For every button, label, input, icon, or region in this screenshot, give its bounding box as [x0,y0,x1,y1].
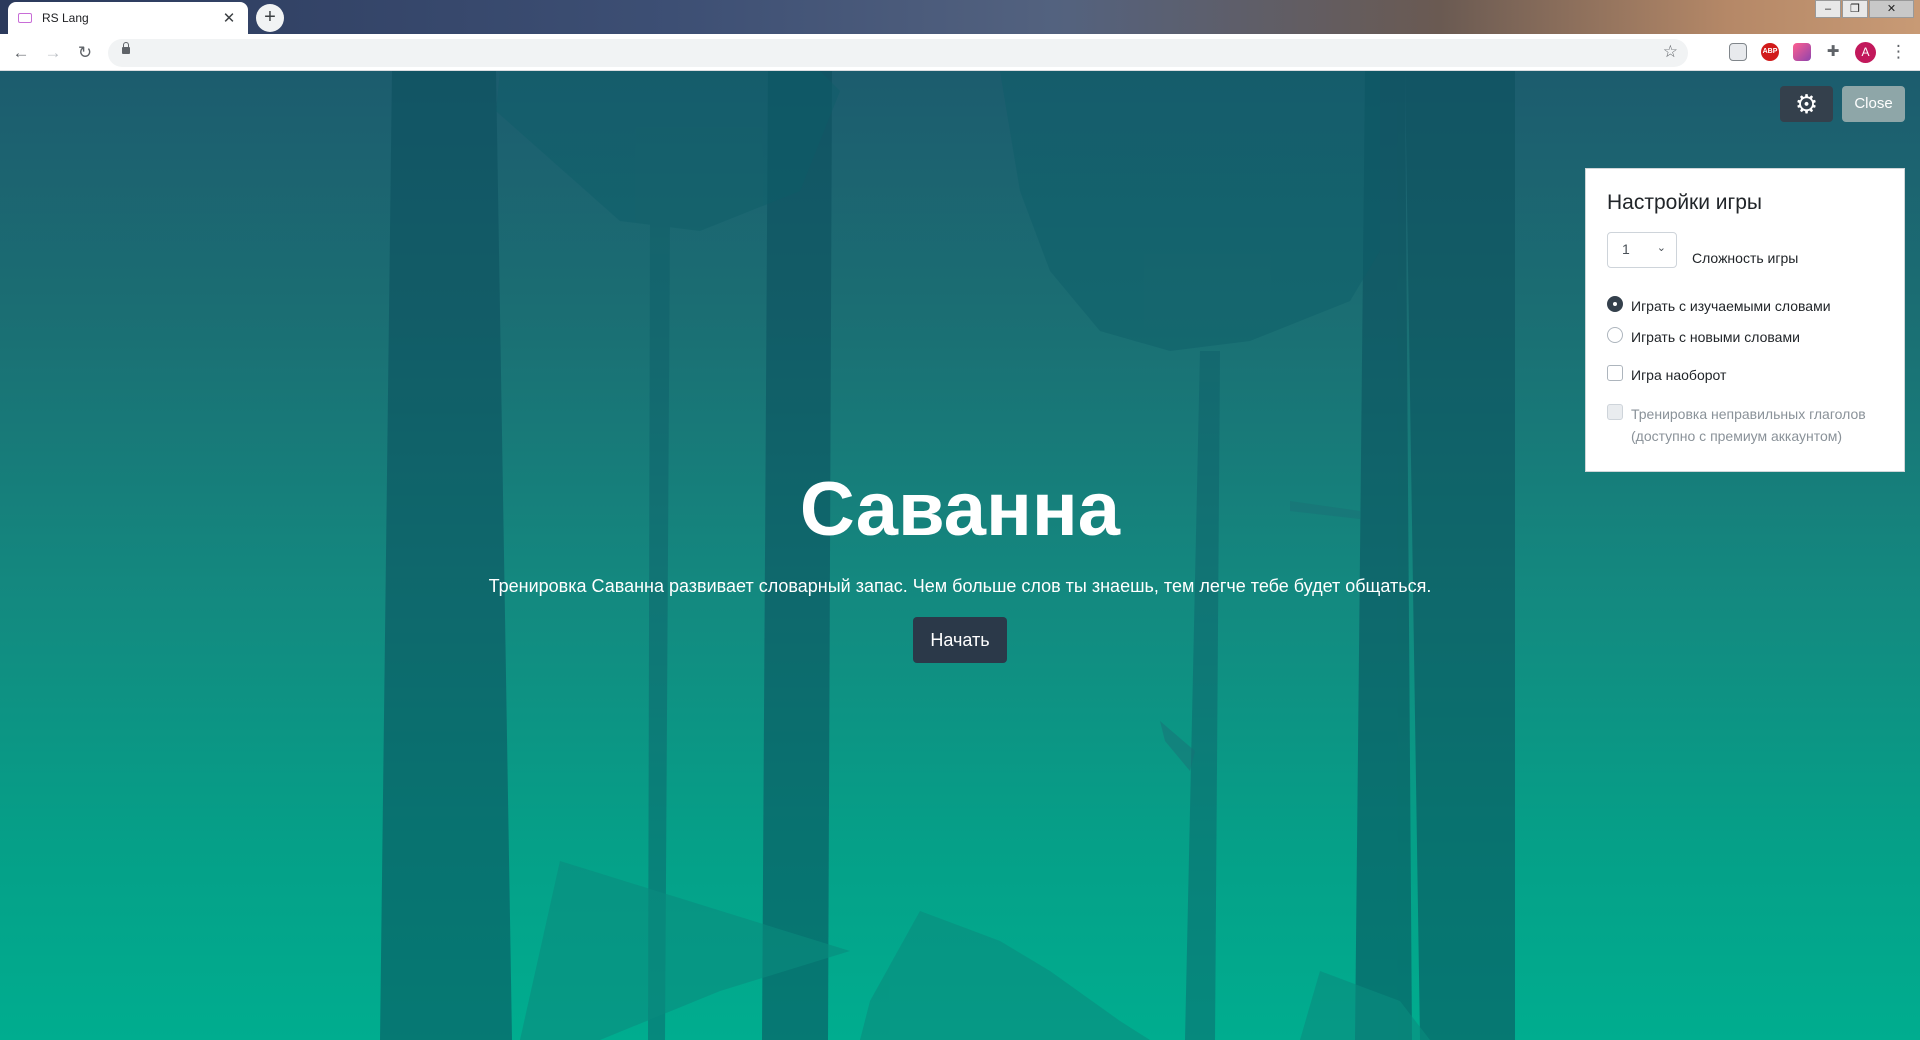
checkbox-irregular-verbs [1607,404,1623,420]
new-tab-button[interactable]: + [256,4,284,32]
radio-new-words[interactable] [1607,327,1623,343]
close-window-button[interactable]: ✕ [1869,0,1914,18]
reader-extension-icon[interactable] [1729,43,1747,61]
tab-close-icon[interactable]: ✕ [220,9,238,27]
tab-title: RS Lang [42,11,89,25]
rslang-favicon-icon [18,13,32,23]
option-learned-words[interactable]: Играть с изучаемыми словами [1607,295,1831,317]
adblock-plus-icon[interactable]: ABP [1761,43,1779,61]
forward-icon[interactable]: → [41,41,65,65]
browser-toolbar: ← → ↻ ☆ ABP ✚ A ⋮ [0,34,1920,71]
difficulty-label: Сложность игры [1692,250,1799,266]
savanna-game-screen: ⚙ Close Настройки игры 1 ⌄ Сложность игр… [0,71,1920,1040]
minimize-window-button[interactable]: – [1815,0,1841,18]
checkbox-reverse-game[interactable] [1607,365,1623,381]
game-title: Саванна [799,467,1121,552]
option-label: Играть с изучаемыми словами [1631,298,1831,314]
difficulty-value: 1 [1622,241,1630,257]
option-irregular-verbs: Тренировка неправильных глаголов (доступ… [1607,403,1892,447]
option-new-words[interactable]: Играть с новыми словами [1607,326,1800,348]
close-game-button[interactable]: Close [1842,86,1905,122]
address-bar[interactable]: ☆ [108,39,1688,67]
option-reverse-game[interactable]: Игра наоборот [1607,364,1726,386]
option-label: Играть с новыми словами [1631,329,1800,345]
bookmark-star-icon[interactable]: ☆ [1663,42,1678,62]
extensions-puzzle-icon[interactable]: ✚ [1824,43,1842,61]
lock-icon [122,42,130,54]
profile-avatar[interactable]: A [1855,42,1876,63]
browser-tab[interactable]: RS Lang ✕ [8,2,248,34]
settings-heading: Настройки игры [1607,191,1762,214]
browser-menu-icon[interactable]: ⋮ [1890,42,1907,62]
settings-gear-button[interactable]: ⚙ [1780,86,1833,122]
game-settings-panel: Настройки игры 1 ⌄ Сложность игры Играть… [1585,168,1905,472]
game-description: Тренировка Саванна развивает словарный з… [488,576,1432,596]
gradient-extension-icon[interactable] [1793,43,1811,61]
option-label: Игра наоборот [1631,367,1727,383]
maximize-window-button[interactable]: ❐ [1842,0,1868,18]
browser-tab-strip: RS Lang ✕ + – ❐ ✕ [0,0,1920,34]
reload-icon[interactable]: ↻ [73,41,97,65]
difficulty-select[interactable]: 1 ⌄ [1607,232,1677,268]
radio-learned-words[interactable] [1607,296,1623,312]
start-button[interactable]: Начать [913,617,1007,663]
back-icon[interactable]: ← [9,41,33,65]
chevron-down-icon: ⌄ [1656,242,1666,254]
option-label: Тренировка неправильных глаголов (доступ… [1631,406,1866,444]
